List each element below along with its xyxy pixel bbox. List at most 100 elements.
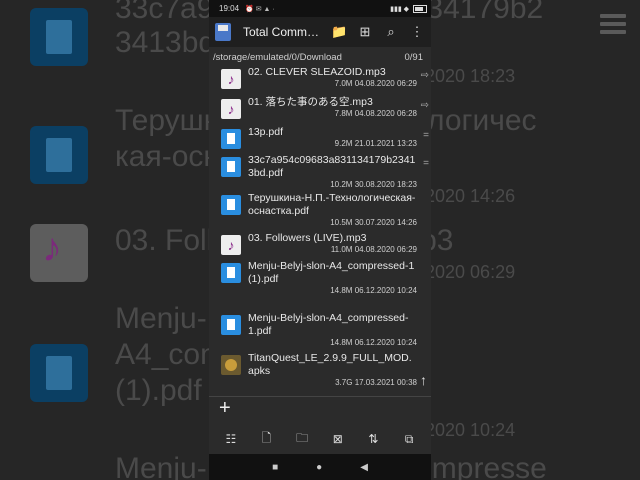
file-list[interactable]: ♪ 02. CLEVER SLEAZOID.mp3 7.0M 04.08.2020 … xyxy=(209,64,431,394)
pdf-file-icon xyxy=(221,157,241,177)
floppy-icon[interactable] xyxy=(215,23,231,41)
file-size: 9.2M xyxy=(334,139,353,148)
file-meta: 7.0M 04.08.2020 06:29 xyxy=(248,79,417,89)
file-meta: 11.0M 04.08.2020 06:29 xyxy=(248,245,417,255)
music-file-icon: ♪ xyxy=(221,99,241,119)
back-button[interactable]: ◀ xyxy=(360,462,368,473)
file-time: 00:38 xyxy=(396,378,417,387)
file-date: 30.08.2020 xyxy=(354,180,395,189)
file-name: Терушкина-Н.П.-Технологическая-оснастка.… xyxy=(248,192,416,217)
file-meta: 10.2M 30.08.2020 18:23 xyxy=(248,180,417,190)
file-size: 11.0M xyxy=(330,245,353,254)
hamburger-icon xyxy=(600,14,626,38)
file-name: 33c7a954c09683a831134179b23413bd.pdf xyxy=(248,154,416,179)
pdf-file-icon xyxy=(221,195,241,215)
music-icon: ♪ xyxy=(30,224,88,282)
arrow-up-icon[interactable]: ↑ xyxy=(420,372,427,388)
bg-text: (1).pdf xyxy=(115,374,202,407)
file-meta: 9.2M 21.01.2021 13:23 xyxy=(248,139,417,149)
status-icons: ⏰ ✉ ▲ · xyxy=(245,5,275,13)
file-date: 06.12.2020 xyxy=(354,338,395,347)
file-name: 01. 落ちた事のある空.mp3 xyxy=(248,96,373,108)
file-date: 30.07.2020 xyxy=(354,218,395,227)
file-row[interactable]: ♪ 01. 落ちた事のある空.mp3 7.8M 04.08.2020 06:28 ⇨ xyxy=(209,96,431,119)
pdf-file-icon xyxy=(221,129,241,149)
file-row[interactable]: Menju-Belyj-slon-A4_compressed-1.pdf 14.8… xyxy=(209,312,431,348)
file-date: 04.08.2020 xyxy=(354,245,395,254)
phone-screen: 19:04 ⏰ ✉ ▲ · ▮▮▮ ◆ Total Comm… 📁 ⊞ ⌕ ⋮ … xyxy=(209,0,431,480)
file-time: 10:24 xyxy=(396,286,417,295)
file-size: 3.7G xyxy=(335,378,353,387)
equals-icon[interactable]: = xyxy=(423,130,429,141)
file-meta: 10.5M 30.07.2020 14:26 xyxy=(248,218,417,228)
file-row[interactable]: 13p.pdf 9.2M 21.01.2021 13:23 = xyxy=(209,126,431,149)
music-file-icon: ♪ xyxy=(221,69,241,89)
folder-icon[interactable]: 📁 xyxy=(331,24,347,40)
pdf-icon xyxy=(30,344,88,402)
bg-text: 2020 10:24 xyxy=(425,420,516,440)
select-icon[interactable]: ☷ xyxy=(222,432,240,446)
copy-icon[interactable]: ⧉ xyxy=(400,432,418,447)
arrow-right-icon[interactable]: ⇨ xyxy=(421,70,429,81)
file-size: 14.8M xyxy=(330,338,353,347)
file-row[interactable]: Терушкина-Н.П.-Технологическая-оснастка.… xyxy=(209,192,431,228)
equals-icon[interactable]: = xyxy=(423,158,429,169)
file-time: 06:29 xyxy=(396,245,417,254)
file-meta: 14.8M 06.12.2020 10:24 xyxy=(248,338,417,348)
home-button[interactable]: ● xyxy=(316,462,322,473)
file-time: 14:26 xyxy=(396,218,417,227)
app-toolbar: Total Comm… 📁 ⊞ ⌕ ⋮ xyxy=(209,17,431,47)
status-bar: 19:04 ⏰ ✉ ▲ · ▮▮▮ ◆ xyxy=(209,0,431,17)
file-date: 04.08.2020 xyxy=(354,79,395,88)
file-size: 10.2M xyxy=(330,180,353,189)
action-bar: ☷ 🗋 🗀 ⊠ ⇅ ⧉ xyxy=(209,424,431,454)
file-meta: 3.7G 17.03.2021 00:38 xyxy=(248,378,417,388)
search-icon[interactable]: ⌕ xyxy=(383,24,399,40)
file-row[interactable]: ♪ 03. Followers (LIVE).mp3 11.0M 04.08.202… xyxy=(209,232,431,255)
file-size: 10.5M xyxy=(330,218,353,227)
file-time: 13:23 xyxy=(396,139,417,148)
plus-icon[interactable]: + xyxy=(219,397,231,420)
recent-apps-button[interactable]: ■ xyxy=(272,462,278,473)
file-size: 14.8M xyxy=(330,286,353,295)
pdf-file-icon xyxy=(221,263,241,283)
current-path[interactable]: /storage/emulated/0/Download xyxy=(213,52,405,64)
bg-text: 2020 18:23 xyxy=(425,66,516,86)
file-name: 13p.pdf xyxy=(248,126,284,138)
file-row[interactable]: TitanQuest_LE_2.9.9_FULL_MOD.apks 3.7G 17… xyxy=(209,352,431,388)
signal-icon: ▮▮▮ ◆ xyxy=(390,5,409,13)
file-name: Menju-Belyj-slon-A4_compressed-1 (1).pdf xyxy=(248,260,415,285)
bg-text: 2020 14:26 xyxy=(425,186,516,206)
file-meta: 7.8M 04.08.2020 06:28 xyxy=(248,109,417,119)
add-tab-icon[interactable]: ⊞ xyxy=(357,24,373,40)
file-row[interactable]: 33c7a954c09683a831134179b23413bd.pdf 10.2… xyxy=(209,154,431,190)
file-time: 06:28 xyxy=(396,109,417,118)
battery-icon xyxy=(413,4,427,13)
pdf-icon xyxy=(30,126,88,184)
file-date: 04.08.2020 xyxy=(354,109,395,118)
music-file-icon: ♪ xyxy=(221,235,241,255)
pdf-file-icon xyxy=(221,315,241,335)
file-time: 10:24 xyxy=(396,338,417,347)
file-icon[interactable]: 🗋 xyxy=(257,429,275,450)
path-bar[interactable]: /storage/emulated/0/Download 0/91 xyxy=(209,52,431,64)
file-name: TitanQuest_LE_2.9.9_FULL_MOD.apks xyxy=(248,352,412,377)
file-size: 7.8M xyxy=(334,109,353,118)
apk-file-icon xyxy=(221,355,241,375)
file-name: 03. Followers (LIVE).mp3 xyxy=(248,232,367,244)
file-row[interactable]: Menju-Belyj-slon-A4_compressed-1 (1).pdf… xyxy=(209,260,431,296)
file-time: 18:23 xyxy=(396,180,417,189)
file-name: 02. CLEVER SLEAZOID.mp3 xyxy=(248,66,386,78)
file-row[interactable]: ♪ 02. CLEVER SLEAZOID.mp3 7.0M 04.08.2020 … xyxy=(209,66,431,89)
file-date: 21.01.2021 xyxy=(354,139,395,148)
delete-icon[interactable]: ⊠ xyxy=(329,432,347,446)
folder-copy-icon[interactable]: 🗀 xyxy=(293,429,311,450)
menu-icon[interactable]: ⋮ xyxy=(409,24,425,40)
arrow-right-icon[interactable]: ⇨ xyxy=(421,100,429,111)
file-date: 06.12.2020 xyxy=(354,286,395,295)
app-title[interactable]: Total Comm… xyxy=(243,25,321,39)
file-time: 06:29 xyxy=(396,79,417,88)
file-size: 7.0M xyxy=(334,79,353,88)
sort-icon[interactable]: ⇅ xyxy=(364,432,382,446)
file-date: 17.03.2021 xyxy=(354,378,395,387)
